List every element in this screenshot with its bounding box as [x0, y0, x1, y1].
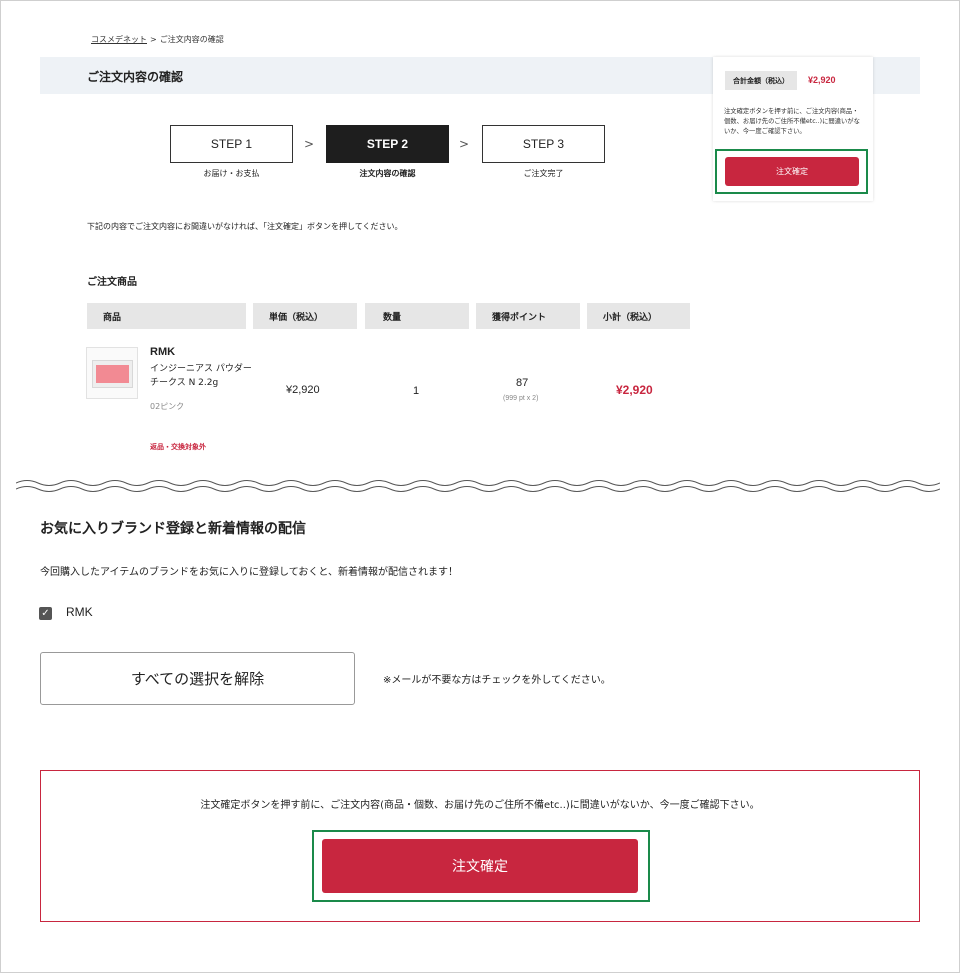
step-2-caption: 注文内容の確認 — [359, 169, 416, 178]
points-detail: (999 pt x 2) — [503, 395, 539, 402]
product-brand: RMK — [150, 346, 176, 358]
th-subtotal: 小計（税込） — [587, 303, 690, 329]
confirm-order-button[interactable]: 注文確定 — [322, 839, 638, 893]
quantity: 1 — [413, 385, 420, 397]
product-thumbnail[interactable] — [86, 347, 138, 399]
step-arrow-icon: > — [304, 137, 315, 151]
favorite-brand-label[interactable]: RMK — [66, 605, 93, 619]
breadcrumb: コスメデネット > ご注文内容の確認 — [91, 34, 224, 45]
total-value: ¥2,920 — [808, 75, 836, 85]
step-3: STEP 3 — [482, 125, 605, 163]
breadcrumb-current: ご注文内容の確認 — [159, 35, 224, 44]
breadcrumb-separator: > — [150, 35, 157, 44]
product-color: 02ピンク — [150, 402, 185, 411]
breadcrumb-home-link[interactable]: コスメデネット — [91, 35, 147, 44]
favorites-title: お気に入りブランド登録と新着情報の配信 — [40, 521, 306, 537]
deselect-all-button[interactable]: すべての選択を解除 — [40, 652, 355, 705]
th-quantity: 数量 — [365, 303, 469, 329]
step-1-caption: お届け・お支払 — [203, 169, 260, 178]
th-unit-price: 単価（税込） — [253, 303, 357, 329]
favorite-brand-checkbox[interactable]: ✓ — [39, 607, 52, 620]
confirm-note: 注文確定ボタンを押す前に、ご注文内容(商品・個数、お届け先のご住所不備etc..… — [200, 800, 760, 811]
side-confirm-order-button[interactable]: 注文確定 — [725, 157, 859, 186]
total-label: 合計金額（税込） — [725, 71, 797, 90]
instruction-text: 下記の内容でご注文内容にお間違いがなければ、「注文確定」ボタンを押してください。 — [87, 222, 403, 231]
checkmark-icon: ✓ — [41, 608, 50, 619]
product-blush-image — [96, 365, 129, 383]
points: 87 — [516, 377, 529, 389]
step-arrow-icon: > — [459, 137, 470, 151]
step-2-active: STEP 2 — [326, 125, 449, 163]
wave-divider — [16, 480, 940, 492]
step-3-caption: ご注文完了 — [523, 169, 564, 178]
return-note: 返品・交換対象外 — [150, 443, 206, 451]
unit-price: ¥2,920 — [286, 384, 320, 396]
subtotal: ¥2,920 — [616, 383, 653, 397]
mail-note: ※メールが不要な方はチェックを外してください。 — [383, 675, 611, 686]
th-product: 商品 — [87, 303, 246, 329]
th-points: 獲得ポイント — [476, 303, 580, 329]
favorites-description: 今回購入したアイテムのブランドをお気に入りに登録しておくと、新着情報が配信されま… — [40, 567, 458, 578]
order-section-title: ご注文商品 — [87, 277, 137, 288]
side-note: 注文確定ボタンを押す前に、ご注文内容(商品・個数、お届け先のご住所不備etc..… — [724, 108, 860, 135]
step-1: STEP 1 — [170, 125, 293, 163]
page-title: ご注文内容の確認 — [87, 70, 184, 84]
product-name[interactable]: インジーニアス パウダーチークス N 2.2g — [150, 362, 260, 390]
